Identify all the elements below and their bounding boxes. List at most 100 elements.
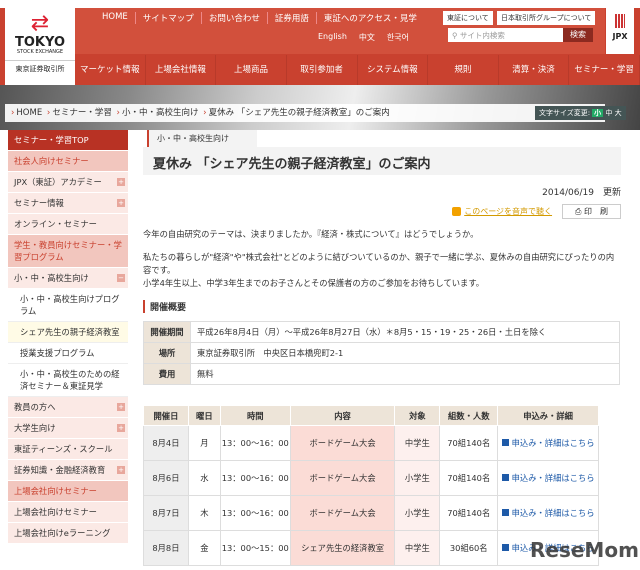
sidebar-item[interactable]: 小・中・高校生向け − bbox=[8, 268, 128, 289]
sidebar-item-label: 授業支援プログラム bbox=[20, 348, 95, 358]
sidebar-item[interactable]: 大学生向け + bbox=[8, 418, 128, 439]
sidebar-item-label: シェア先生の親子経済教室 bbox=[20, 327, 120, 337]
font-size-medium[interactable]: 中 bbox=[605, 109, 612, 117]
expand-icon[interactable]: − bbox=[117, 274, 125, 282]
summary-value: 平成26年8月4日（月）～平成26年8月27日（水）＊8月5・15・19・25・… bbox=[190, 321, 620, 343]
sidebar-item-label: セミナー・学習TOP bbox=[14, 135, 89, 145]
jpx-logo[interactable]: JPX bbox=[606, 8, 634, 54]
nav-item[interactable]: 上場会社情報 bbox=[146, 55, 217, 85]
sidebar-item[interactable]: シェア先生の親子経済教室 bbox=[8, 322, 128, 343]
crumb-link[interactable]: HOME bbox=[16, 108, 42, 118]
sidebar-item[interactable]: 小・中・高校生のための経済セミナー＆東証見学 bbox=[8, 364, 128, 397]
tse-logo[interactable]: ⇄ TOKYO STOCK EXCHANGE 東京証券取引所 bbox=[5, 8, 75, 86]
table-cell: シェア先生の経済教室 bbox=[289, 530, 396, 566]
sidebar-item[interactable]: 小・中・高校生向けプログラム bbox=[8, 289, 128, 322]
util-link[interactable]: HOME bbox=[95, 12, 136, 24]
table-cell: 70組140名 bbox=[439, 425, 499, 461]
schedule-row: 8月7日木 13：00～16：00 ボードゲーム大会 小学生 70組140名 申込み・詳細… bbox=[143, 495, 599, 531]
table-cell: 8月6日 bbox=[143, 460, 189, 496]
util-link[interactable]: 東証へのアクセス・見学 bbox=[317, 12, 424, 24]
lang-chinese[interactable]: 中文 bbox=[359, 32, 375, 43]
about-jpx-link[interactable]: 日本取引所グループについて bbox=[497, 11, 596, 25]
sidebar-item-label: 小・中・高校生のための経済セミナー＆東証見学 bbox=[20, 369, 120, 391]
sidebar-item-label: 小・中・高校生向けプログラム bbox=[20, 294, 120, 316]
nav-item[interactable]: 取引参加者 bbox=[287, 55, 358, 85]
sidebar-item[interactable]: 社会人向けセミナー bbox=[8, 151, 128, 172]
listen-link[interactable]: このページを音声で聴く bbox=[452, 206, 552, 217]
main-nav: マーケット情報 上場会社情報 上場商品 取引参加者 システム情報 規則 清算・決… bbox=[75, 55, 640, 85]
sidebar-item-label: 証券知識・金融経済教育 bbox=[14, 465, 106, 475]
util-link[interactable]: 証券用語 bbox=[268, 12, 317, 24]
schedule-row: 8月4日月 13：00～16：00 ボードゲーム大会 中学生 70組140名 申込み・詳細… bbox=[143, 425, 599, 461]
sidebar-item[interactable]: 証券知識・金融経済教育 + bbox=[8, 460, 128, 481]
main-content: 小・中・高校生向け 夏休み 「シェア先生の親子経済教室」のご案内 2014/06… bbox=[143, 130, 621, 566]
crumb-link[interactable]: 小・中・高校生向け bbox=[122, 108, 199, 118]
table-cell: ボードゲーム大会 bbox=[289, 460, 396, 496]
apply-link[interactable]: 申込み・詳細はこちら bbox=[497, 495, 599, 531]
column-header: 内容 bbox=[289, 405, 396, 426]
table-cell: 13：00～16：00 bbox=[219, 495, 291, 531]
apply-link[interactable]: 申込み・詳細はこちら bbox=[497, 460, 599, 496]
expand-icon[interactable]: + bbox=[117, 424, 125, 432]
sidebar-item[interactable]: 上場会社向けセミナー bbox=[8, 502, 128, 523]
column-header: 開催日 bbox=[143, 405, 189, 426]
breadcrumb: › HOME › セミナー・学習 › 小・中・高校生向け › 夏休み 「シェア先生の親子… bbox=[5, 104, 605, 122]
search-icon: ⚲ bbox=[452, 31, 460, 40]
arrow-icon bbox=[501, 474, 509, 481]
sidebar-item[interactable]: セミナー情報 + bbox=[8, 193, 128, 214]
sidebar-item-label: 学生・教員向けセミナー・学習プログラム bbox=[14, 240, 122, 262]
nav-item[interactable]: セミナー・学習 bbox=[569, 55, 640, 85]
sidebar-item-label: 大学生向け bbox=[14, 423, 56, 433]
apply-link[interactable]: 申込み・詳細はこちら bbox=[497, 425, 599, 461]
font-size-large[interactable]: 大 bbox=[615, 109, 622, 117]
nav-item[interactable]: システム情報 bbox=[358, 55, 429, 85]
nav-item[interactable]: マーケット情報 bbox=[75, 55, 146, 85]
util-link[interactable]: サイトマップ bbox=[136, 12, 202, 24]
crumb-current: 夏休み 「シェア先生の親子経済教室」のご案内 bbox=[208, 108, 390, 118]
table-cell: 30組60名 bbox=[439, 530, 499, 566]
expand-icon[interactable]: + bbox=[117, 466, 125, 474]
table-cell: 中学生 bbox=[394, 425, 441, 461]
logo-name: TOKYO bbox=[15, 35, 65, 50]
summary-value: 東京証券取引所 中央区日本橋兜町2-1 bbox=[190, 342, 620, 364]
util-link[interactable]: お問い合わせ bbox=[202, 12, 268, 24]
search-input[interactable]: ⚲ サイト内検索 bbox=[448, 28, 563, 42]
font-size-small[interactable]: 小 bbox=[592, 109, 604, 117]
table-cell: 月 bbox=[187, 425, 221, 461]
sidebar-item[interactable]: 学生・教員向けセミナー・学習プログラム bbox=[8, 235, 128, 268]
sidebar-item[interactable]: 上場会社向けeラーニング bbox=[8, 523, 128, 544]
table-cell: ボードゲーム大会 bbox=[289, 495, 396, 531]
column-header: 申込み・詳細 bbox=[497, 405, 599, 426]
lang-english[interactable]: English bbox=[318, 32, 347, 43]
expand-icon[interactable]: + bbox=[117, 403, 125, 411]
sidebar-item[interactable]: JPX（東証）アカデミー + bbox=[8, 172, 128, 193]
sidebar-item[interactable]: 東証ティーンズ・スクール bbox=[8, 439, 128, 460]
nav-item[interactable]: 規則 bbox=[428, 55, 499, 85]
about-tse-link[interactable]: 東証について bbox=[443, 11, 493, 25]
crumb-link[interactable]: セミナー・学習 bbox=[52, 108, 112, 118]
column-header: 対象 bbox=[394, 405, 441, 426]
search-button[interactable]: 検索 bbox=[563, 28, 593, 42]
summary-label: 場所 bbox=[143, 342, 191, 364]
nav-item[interactable]: 清算・決済 bbox=[499, 55, 570, 85]
sidebar-item-label: 小・中・高校生向け bbox=[14, 273, 89, 283]
table-cell: 小学生 bbox=[394, 460, 441, 496]
speaker-icon bbox=[452, 207, 462, 216]
schedule-header-row: 開催日 曜日 時間 内容 対象 組数・人数 申込み・詳細 bbox=[143, 405, 599, 426]
summary-row: 開催期間 平成26年8月4日（月）～平成26年8月27日（水）＊8月5・15・19… bbox=[143, 321, 620, 343]
sidebar-item[interactable]: セミナー・学習TOP bbox=[8, 130, 128, 151]
nav-item[interactable]: 上場商品 bbox=[216, 55, 287, 85]
sidebar-item-label: 上場会社向けeラーニング bbox=[14, 528, 111, 538]
sidebar-item[interactable]: 上場会社向けセミナー bbox=[8, 481, 128, 502]
sidebar-item[interactable]: 授業支援プログラム bbox=[8, 343, 128, 364]
expand-icon[interactable]: + bbox=[117, 178, 125, 186]
expand-icon[interactable]: + bbox=[117, 199, 125, 207]
print-icon: ⎙ bbox=[575, 207, 584, 216]
sidebar-item[interactable]: オンライン・セミナー bbox=[8, 214, 128, 235]
print-button[interactable]: ⎙ 印 刷 bbox=[562, 204, 621, 219]
sidebar-item[interactable]: 教員の方へ + bbox=[8, 397, 128, 418]
sidebar-item-label: 上場会社向けセミナー bbox=[14, 486, 97, 496]
summary-value: 無料 bbox=[190, 363, 620, 385]
table-cell: 8月4日 bbox=[143, 425, 189, 461]
lang-korean[interactable]: 한국어 bbox=[387, 32, 409, 43]
